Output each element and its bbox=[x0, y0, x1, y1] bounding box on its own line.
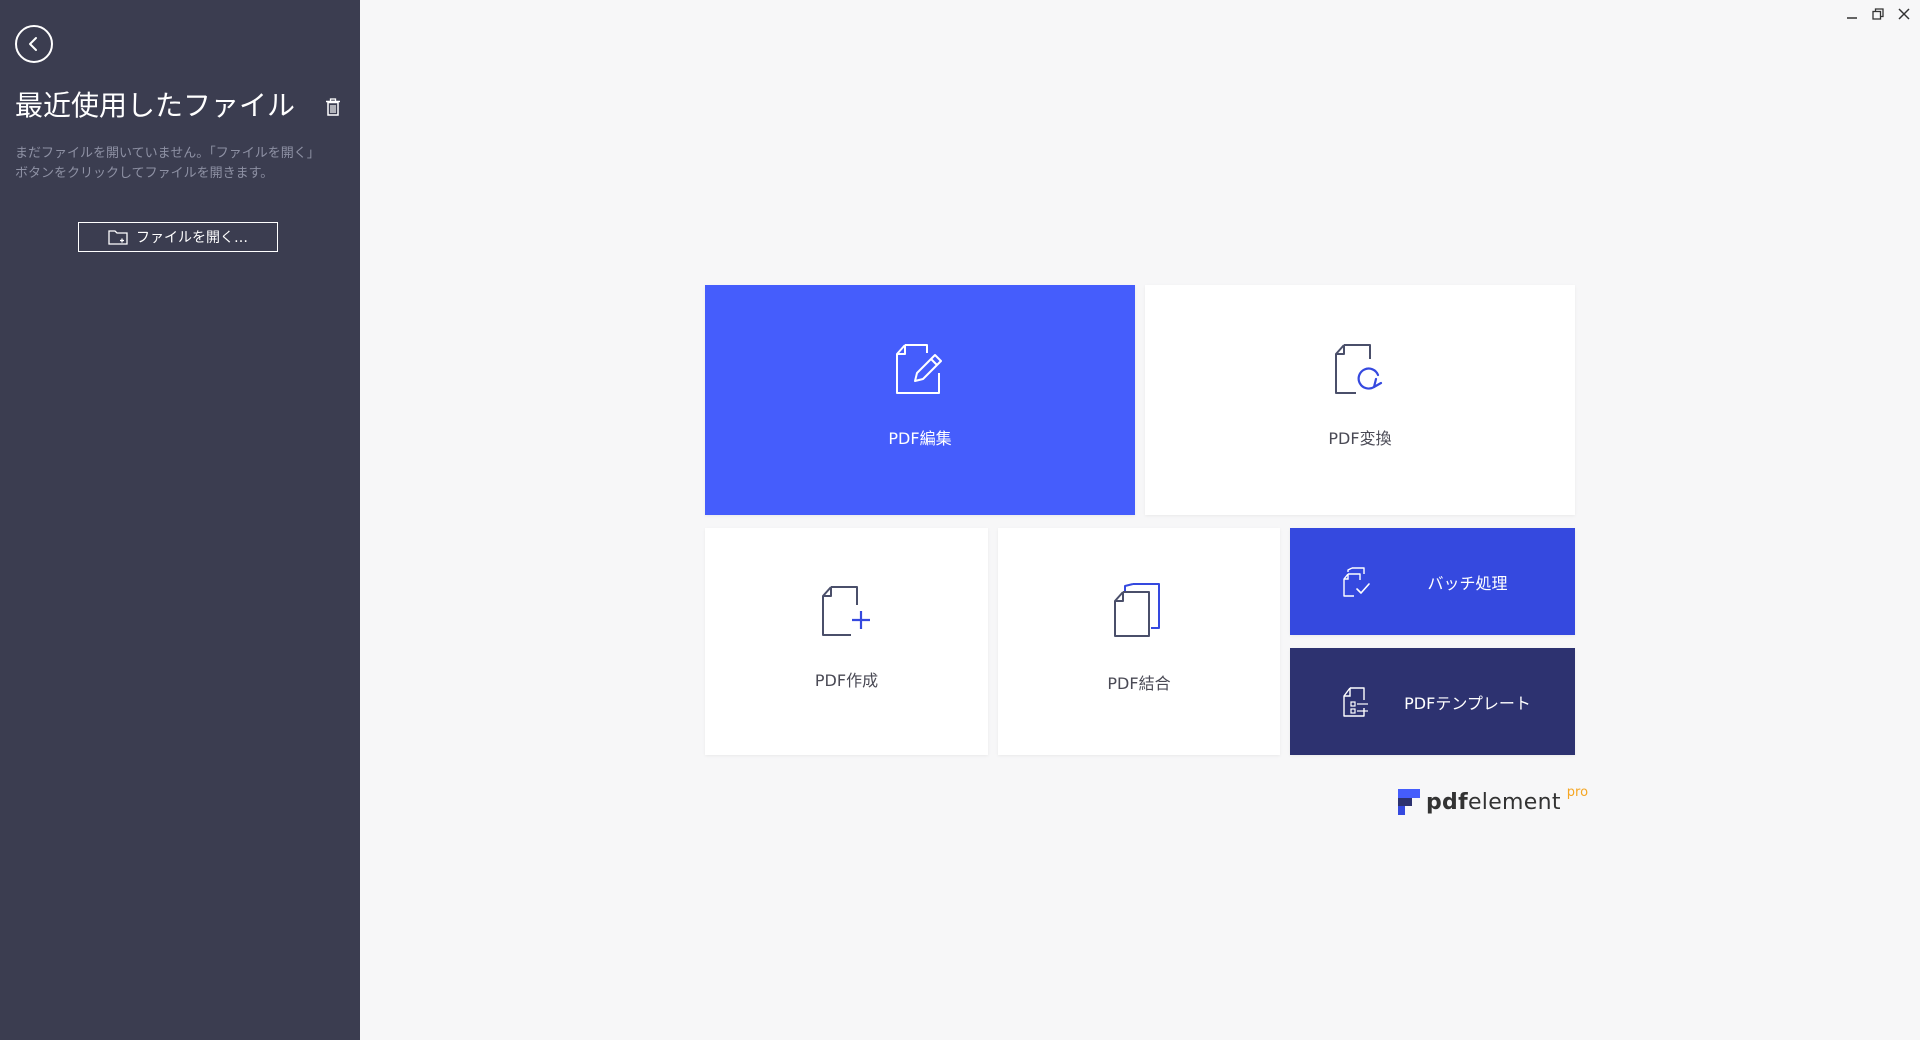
convert-pdf-label: PDF変換 bbox=[1328, 429, 1392, 448]
minimize-button[interactable] bbox=[1844, 6, 1860, 22]
pdfelement-logo-mark-icon bbox=[1398, 789, 1420, 815]
merge-documents-icon bbox=[1113, 582, 1165, 640]
logo-text-regular: element bbox=[1467, 790, 1561, 815]
open-file-label: ファイルを開く… bbox=[136, 230, 248, 246]
close-button[interactable] bbox=[1896, 6, 1912, 22]
action-tiles: PDF編集 PDF変換 PDF作成 PDF結合 バッチ処理 PDFテンプレート bbox=[705, 285, 1575, 755]
batch-process-tile[interactable]: バッチ処理 bbox=[1290, 528, 1575, 635]
create-pdf-label: PDF作成 bbox=[814, 670, 879, 690]
open-file-button[interactable]: ファイルを開く… bbox=[78, 222, 278, 252]
convert-pdf-tile[interactable]: PDF変換 bbox=[1145, 285, 1575, 515]
pdfelement-logo-text: pdfelement bbox=[1426, 790, 1561, 815]
back-arrow-icon bbox=[29, 37, 37, 51]
merge-pdf-tile[interactable]: PDF結合 bbox=[998, 528, 1280, 755]
restore-icon bbox=[1872, 8, 1884, 20]
back-button[interactable] bbox=[15, 25, 53, 63]
recent-files-sidebar: 最近使用したファイル まだファイルを開いていません。「ファイルを開く」ボタンをク… bbox=[0, 0, 360, 1040]
restore-button[interactable] bbox=[1870, 6, 1886, 22]
logo-pro-badge: pro bbox=[1566, 785, 1589, 800]
merge-pdf-label: PDF結合 bbox=[1107, 673, 1171, 693]
clear-recent-button[interactable] bbox=[322, 95, 344, 119]
window-controls bbox=[1844, 6, 1912, 22]
edit-pdf-label: PDF編集 bbox=[888, 429, 952, 448]
edit-document-icon bbox=[895, 343, 945, 395]
close-icon bbox=[1898, 8, 1910, 20]
pdf-template-tile[interactable]: PDFテンプレート bbox=[1290, 648, 1575, 755]
sidebar-title: 最近使用したファイル bbox=[15, 89, 296, 122]
edit-pdf-tile[interactable]: PDF編集 bbox=[705, 285, 1135, 515]
logo-text-bold: pdf bbox=[1426, 790, 1468, 815]
pdfelement-logo: pdfelement pro bbox=[1398, 785, 1588, 815]
batch-process-label: バッチ処理 bbox=[1427, 573, 1508, 593]
create-pdf-tile[interactable]: PDF作成 bbox=[705, 528, 988, 755]
folder-open-icon bbox=[108, 229, 128, 245]
convert-document-icon bbox=[1334, 343, 1386, 395]
app-window: 最近使用したファイル まだファイルを開いていません。「ファイルを開く」ボタンをク… bbox=[0, 0, 1920, 1040]
trash-icon bbox=[326, 98, 340, 116]
empty-recent-message: まだファイルを開いていません。「ファイルを開く」ボタンをクリックしてファイルを開… bbox=[15, 146, 314, 181]
create-document-icon bbox=[821, 585, 873, 637]
minimize-icon bbox=[1847, 17, 1857, 19]
pdf-template-label: PDFテンプレート bbox=[1404, 693, 1531, 713]
